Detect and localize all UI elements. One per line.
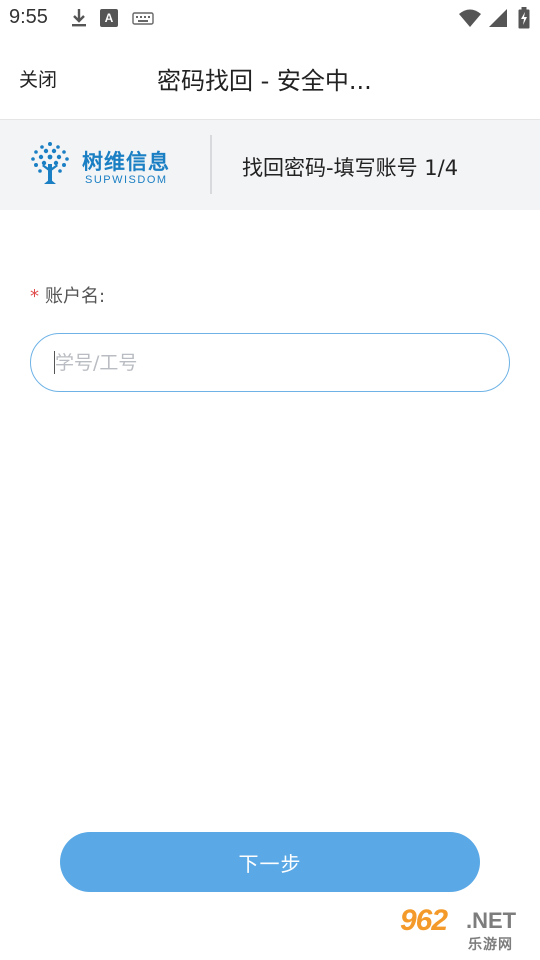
step-title: 找回密码-填写账号 1/4 [242,156,459,180]
status-icons-left: A [68,8,154,28]
title-bar: 关闭 密码找回 - 安全中... [0,36,540,120]
battery-charging-icon [518,7,530,29]
font-a-letter: A [104,11,114,25]
supwisdom-logo: 树维信息 SUPWISDOM [30,140,190,190]
watermark-suffix: .NET [466,908,517,933]
download-icon [68,8,90,28]
required-mark: * [30,286,39,307]
header-band: 树维信息 SUPWISDOM 找回密码-填写账号 1/4 [0,120,540,210]
page-title: 密码找回 - 安全中... [157,67,372,95]
status-icons-right [458,7,530,29]
status-time: 9:55 [9,6,48,28]
text-caret [54,351,55,374]
next-step-button[interactable]: 下一步 [60,832,480,892]
watermark: 962 .NET 乐游网 [400,904,532,954]
account-label-text: 账户名: [45,286,106,307]
logo-text-cn: 树维信息 [82,150,170,174]
account-input[interactable] [53,334,487,392]
font-a-icon: A [100,9,118,27]
account-label: * 账户名: [30,282,105,308]
wifi-icon [458,8,482,28]
tree-logo-icon [31,142,69,184]
watermark-number: 962 [400,904,448,937]
account-input-wrapper[interactable] [30,333,510,392]
logo-text-en: SUPWISDOM [85,174,168,186]
close-button[interactable]: 关闭 [19,65,57,92]
header-divider [210,135,212,194]
signal-icon [488,8,508,28]
status-bar: 9:55 A [0,0,540,36]
keyboard-icon [132,10,154,26]
watermark-cn: 乐游网 [468,937,513,953]
